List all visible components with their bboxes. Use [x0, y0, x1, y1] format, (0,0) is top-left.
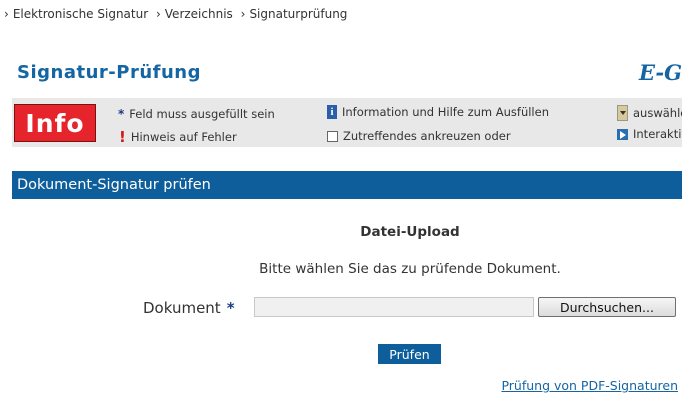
pdf-signature-link[interactable]: Prüfung von PDF-Signaturen [501, 378, 678, 393]
upload-heading: Datei-Upload [360, 224, 460, 240]
dropdown-icon [617, 105, 628, 121]
upload-hint: Bitte wählen Sie das zu prüfende Dokumen… [259, 261, 561, 277]
breadcrumb-current: Signaturprüfung [249, 7, 348, 21]
file-path-input[interactable] [254, 297, 534, 317]
verify-button[interactable]: Prüfen [378, 344, 441, 364]
legend-checkbox: Zutreffendes ankreuzen oder [327, 129, 511, 143]
breadcrumb-link-elektronische-signatur[interactable]: Elektronische Signatur [13, 7, 148, 21]
checkbox-icon [327, 130, 338, 142]
required-marker: * [226, 299, 235, 317]
legend-error-label: Hinweis auf Fehler [130, 130, 237, 144]
exclamation-icon: ! [119, 128, 126, 146]
document-label-text: Dokument [143, 299, 221, 317]
legend-help-label: Information und Hilfe zum Ausfüllen [342, 105, 549, 119]
document-field-label: Dokument * [143, 299, 235, 317]
arrow-right-icon [617, 128, 628, 140]
breadcrumb-separator: › [155, 7, 161, 21]
brand-logo: E-G [638, 60, 682, 85]
legend-select: auswählen [617, 105, 682, 121]
breadcrumb-link-verzeichnis[interactable]: Verzeichnis [165, 7, 233, 21]
legend-interactive-label: Interaktiv [633, 127, 682, 141]
legend-interactive: Interaktiv [617, 127, 682, 141]
browse-button[interactable]: Durchsuchen... [538, 297, 676, 317]
legend-select-label: auswählen [633, 106, 682, 120]
breadcrumb-separator: › [4, 7, 9, 21]
legend-required: * Feld muss ausgefüllt sein [118, 107, 275, 121]
page-title: Signatur-Prüfung [17, 62, 201, 83]
section-header: Dokument-Signatur prüfen [12, 171, 682, 199]
asterisk-icon: * [118, 107, 125, 121]
legend-checkbox-label: Zutreffendes ankreuzen oder [343, 129, 511, 143]
legend-required-label: Feld muss ausgefüllt sein [129, 107, 275, 121]
breadcrumb: › Elektronische Signatur › Verzeichnis › Si… [0, 7, 347, 21]
info-button[interactable]: Info [14, 104, 96, 142]
legend-help: i Information und Hilfe zum Ausfüllen [327, 105, 549, 119]
info-icon: i [327, 105, 337, 119]
breadcrumb-separator: › [240, 7, 246, 21]
legend-error: ! Hinweis auf Fehler [119, 128, 237, 146]
